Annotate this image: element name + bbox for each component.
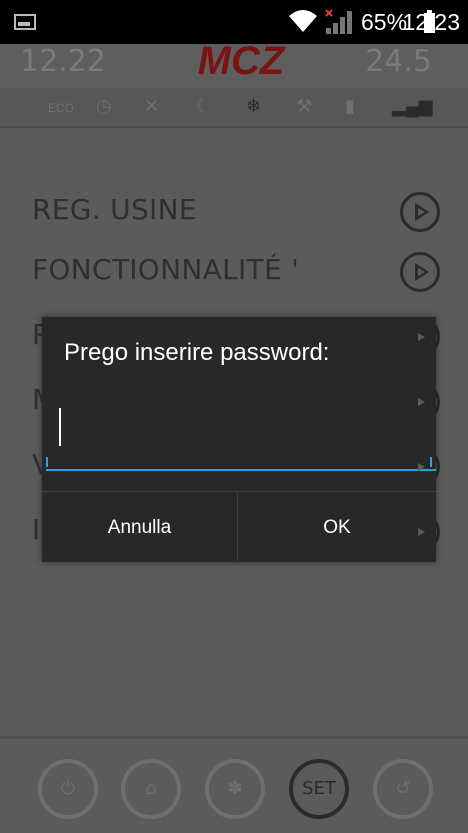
signal-strength-icon: ▂▄▆ <box>392 96 433 116</box>
app-header: 12.22 MCZ 24.5 <box>0 44 468 88</box>
mute-icon: ✕ <box>144 96 160 116</box>
header-left-value: 12.22 <box>20 44 106 79</box>
fan-button[interactable]: ✽ <box>205 759 265 819</box>
power-icon: ⏻ <box>60 778 76 799</box>
password-input[interactable] <box>46 403 436 471</box>
mcz-logo: MCZ <box>198 44 286 78</box>
reset-icon: ↺ <box>395 778 411 799</box>
input-underline-right <box>430 457 432 467</box>
battery-status-icon: ▮ <box>345 96 355 116</box>
dialog-button-row: Annulla OK <box>42 491 436 563</box>
play-icon[interactable] <box>400 252 440 292</box>
ok-button[interactable]: OK <box>239 492 435 563</box>
clock: 12:23 <box>402 9 460 35</box>
home-icon: ⌂ <box>145 778 157 799</box>
input-underline-left <box>46 457 48 467</box>
clock-icon: ◷ <box>96 96 112 116</box>
bottom-nav: ⏻ ⌂ ✽ SET ↺ <box>0 736 468 833</box>
password-dialog: Prego inserire password: Annulla OK <box>42 317 436 563</box>
menu-item-6[interactable]: I <box>32 513 41 546</box>
moon-icon: ☾ <box>195 96 212 116</box>
play-icon[interactable] <box>400 192 440 232</box>
menu-item-fonctionnalite[interactable]: FONCTIONNALITÉ ' <box>32 253 299 286</box>
home-button[interactable]: ⌂ <box>121 759 181 819</box>
power-button[interactable]: ⏻ <box>38 759 98 819</box>
dialog-title: Prego inserire password: <box>64 339 330 366</box>
set-label: SET <box>302 778 336 799</box>
svg-text:MCZ: MCZ <box>198 44 286 78</box>
status-icon-bar: ECO ◷ ✕ ☾ ❄ ⚒ ▮ ▂▄▆ <box>0 88 468 128</box>
reset-button[interactable]: ↺ <box>373 759 433 819</box>
text-cursor <box>59 408 61 446</box>
menu-item-reg-usine[interactable]: REG. USINE <box>32 193 197 226</box>
status-bar: 65% 12:23 <box>0 0 468 44</box>
header-right-value: 24.5 <box>365 44 432 79</box>
cancel-button[interactable]: Annulla <box>42 492 238 563</box>
wrench-icon: ⚒ <box>296 96 313 116</box>
snowflake-icon: ❄ <box>246 96 262 116</box>
fan-icon: ✽ <box>227 778 243 799</box>
eco-icon: ECO <box>48 101 75 115</box>
set-button[interactable]: SET <box>289 759 349 819</box>
